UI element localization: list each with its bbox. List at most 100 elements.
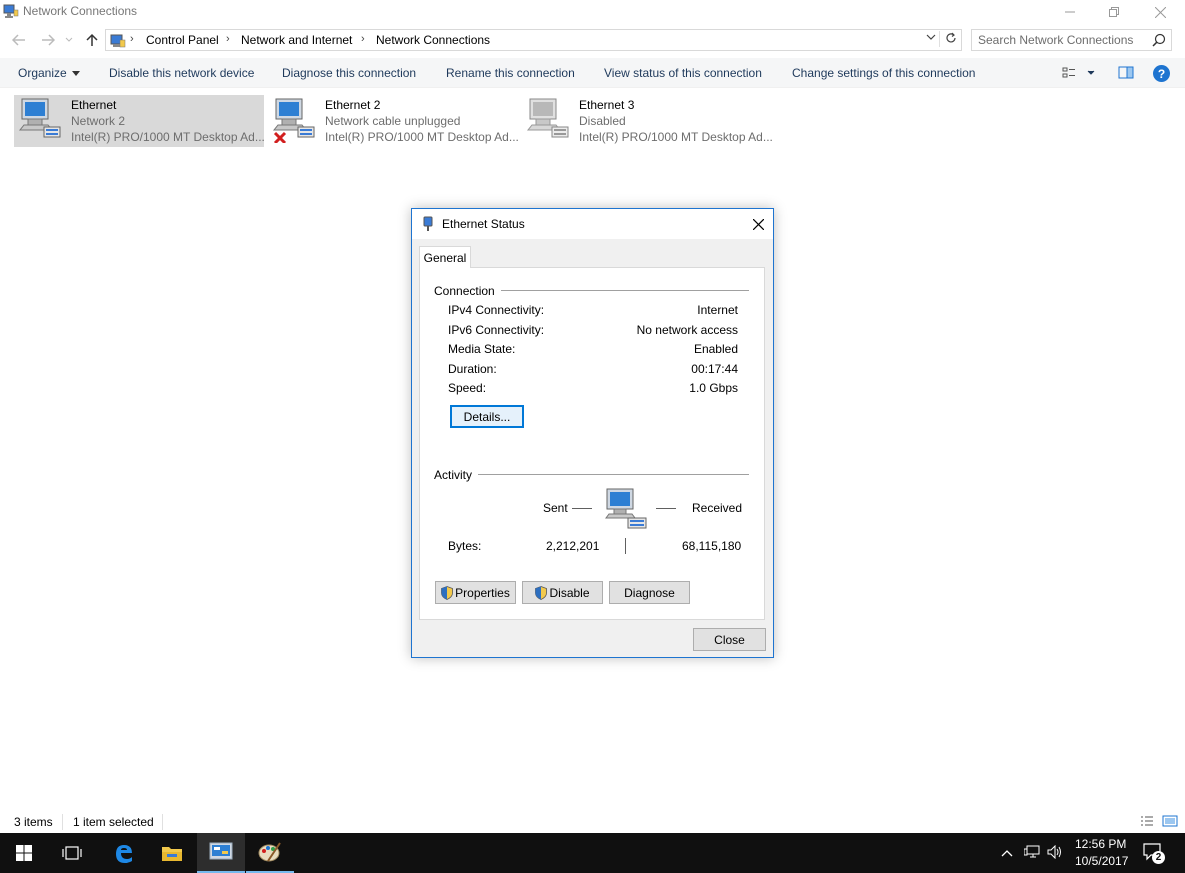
address-bar[interactable]: › Control Panel › Network and Internet ›… xyxy=(105,29,962,51)
rename-connection-button[interactable]: Rename this connection xyxy=(446,66,575,80)
change-settings-button[interactable]: Change settings of this connection xyxy=(792,66,975,80)
media-state-label: Media State: xyxy=(448,342,516,356)
organize-menu[interactable]: Organize xyxy=(18,66,80,80)
received-line xyxy=(656,508,676,509)
duration-label: Duration: xyxy=(448,362,497,376)
dialog-titlebar[interactable]: Ethernet Status xyxy=(412,209,773,239)
details-button[interactable]: Details... xyxy=(450,405,524,428)
search-input[interactable] xyxy=(978,33,1148,47)
sent-line xyxy=(572,508,592,509)
address-dropdown-button[interactable] xyxy=(926,32,936,44)
minimize-icon xyxy=(1065,11,1075,13)
large-icons-view-icon[interactable] xyxy=(1162,815,1178,827)
network-adapter-unplugged-icon xyxy=(272,98,315,143)
network-plug-icon xyxy=(423,216,433,231)
activity-group-title: Activity xyxy=(434,468,479,482)
control-panel-icon xyxy=(209,842,233,860)
action-center-button[interactable]: 2 xyxy=(1143,843,1165,865)
back-button[interactable] xyxy=(9,29,29,51)
restore-button[interactable] xyxy=(1091,0,1137,24)
status-separator xyxy=(62,814,63,830)
duration-value: 00:17:44 xyxy=(691,362,738,376)
chevron-up-icon xyxy=(1001,850,1013,857)
minimize-button[interactable] xyxy=(1047,0,1093,24)
up-button[interactable] xyxy=(82,29,102,51)
status-separator xyxy=(162,814,163,830)
details-view-icon[interactable] xyxy=(1140,815,1154,827)
ipv4-value: Internet xyxy=(697,303,738,317)
connection-group-title: Connection xyxy=(434,284,501,298)
taskbar: 12:56 PM 10/5/2017 2 xyxy=(0,833,1185,873)
breadcrumb-control-panel[interactable]: Control Panel xyxy=(146,33,219,47)
bytes-label: Bytes: xyxy=(448,539,482,553)
task-view-icon xyxy=(62,846,82,860)
speed-label: Speed: xyxy=(448,381,487,395)
change-view-icon[interactable] xyxy=(1062,65,1096,81)
restore-icon xyxy=(1109,7,1119,17)
connection-status: Network 2 xyxy=(71,114,126,128)
connection-status: Network cable unplugged xyxy=(325,114,461,128)
chevron-down-icon xyxy=(926,34,936,40)
bytes-received-value: 68,115,180 xyxy=(682,539,742,553)
search-box[interactable] xyxy=(971,29,1172,51)
network-connections-icon xyxy=(3,4,19,18)
network-tray-button[interactable] xyxy=(1023,845,1040,862)
close-button[interactable]: Close xyxy=(693,628,766,651)
close-window-button[interactable] xyxy=(1137,0,1183,24)
connection-status: Disabled xyxy=(579,114,626,128)
network-activity-icon xyxy=(605,488,647,529)
disable-label: Disable xyxy=(549,585,590,600)
connection-item-ethernet-3[interactable]: Ethernet 3 Disabled Intel(R) PRO/1000 MT… xyxy=(522,95,773,147)
breadcrumb-network-connections[interactable]: Network Connections xyxy=(376,33,490,47)
ipv4-label: IPv4 Connectivity: xyxy=(448,303,545,317)
task-view-button[interactable] xyxy=(48,833,96,873)
close-icon xyxy=(752,218,764,230)
preview-pane-icon[interactable] xyxy=(1118,65,1134,81)
window-title: Network Connections xyxy=(23,4,138,18)
clock-time[interactable]: 12:56 PM xyxy=(1075,837,1126,851)
connection-name: Ethernet 2 xyxy=(325,98,381,112)
diagnose-button[interactable]: Diagnose xyxy=(609,581,690,604)
breadcrumb-separator-icon: › xyxy=(130,33,134,45)
start-button[interactable] xyxy=(0,833,48,873)
tab-general[interactable]: General xyxy=(419,246,471,268)
chevron-down-icon xyxy=(65,37,73,42)
notification-count-badge: 2 xyxy=(1152,851,1165,864)
breadcrumb-separator-icon: › xyxy=(361,33,365,45)
connection-item-ethernet-2[interactable]: Ethernet 2 Network cable unplugged Intel… xyxy=(268,95,519,147)
volume-tray-button[interactable] xyxy=(1047,844,1063,862)
edge-browser-icon xyxy=(116,845,132,863)
speaker-icon xyxy=(1047,844,1061,860)
ethernet-status-dialog: Ethernet Status General Connection IPv4 … xyxy=(411,208,774,658)
diagnose-connection-button[interactable]: Diagnose this connection xyxy=(282,66,416,80)
show-hidden-icons-button[interactable] xyxy=(1001,845,1013,860)
network-connections-taskbar-button[interactable] xyxy=(197,833,245,873)
received-label: Received xyxy=(692,501,743,515)
search-icon xyxy=(1152,33,1166,47)
forward-button[interactable] xyxy=(38,29,58,51)
help-icon[interactable]: ? xyxy=(1153,65,1170,82)
disable-device-button[interactable]: Disable this network device xyxy=(109,66,254,80)
control-panel-icon xyxy=(110,34,126,48)
connection-item-ethernet[interactable]: Ethernet Network 2 Intel(R) PRO/1000 MT … xyxy=(14,95,265,147)
windows-logo-icon xyxy=(16,845,32,861)
recent-locations-button[interactable] xyxy=(62,29,76,51)
view-status-button[interactable]: View status of this connection xyxy=(604,66,762,80)
clock-date[interactable]: 10/5/2017 xyxy=(1075,854,1128,868)
paint-palette-icon xyxy=(258,842,281,862)
refresh-button[interactable] xyxy=(939,31,957,47)
connection-name: Ethernet xyxy=(71,98,117,112)
connection-adapter: Intel(R) PRO/1000 MT Desktop Ad... xyxy=(325,130,519,144)
file-explorer-button[interactable] xyxy=(148,833,196,873)
status-bar: 3 items 1 item selected xyxy=(0,812,1185,832)
command-bar: Organize Disable this network device Dia… xyxy=(0,58,1185,88)
paint-taskbar-button[interactable] xyxy=(246,833,294,873)
properties-button[interactable]: Properties xyxy=(435,581,516,604)
bytes-sent-value: 2,212,201 xyxy=(546,539,600,553)
uac-shield-icon xyxy=(441,585,454,600)
edge-button[interactable] xyxy=(100,833,148,873)
dialog-close-button[interactable] xyxy=(747,213,769,235)
breadcrumb-network-and-internet[interactable]: Network and Internet xyxy=(241,33,352,47)
speed-value: 1.0 Gbps xyxy=(689,381,738,395)
disable-button[interactable]: Disable xyxy=(522,581,603,604)
